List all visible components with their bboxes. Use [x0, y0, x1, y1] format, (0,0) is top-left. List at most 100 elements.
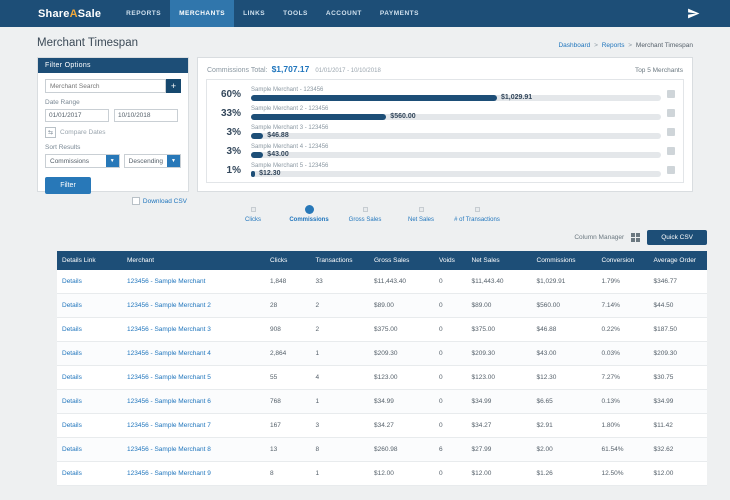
details-link[interactable]: Details — [62, 302, 82, 309]
column-manager-label[interactable]: Column Manager — [574, 234, 624, 241]
merchant-link[interactable]: 123456 - Sample Merchant 3 — [127, 326, 211, 333]
nav-item-payments[interactable]: PAYMENTS — [371, 0, 428, 27]
send-icon[interactable] — [687, 7, 700, 20]
date-from-input[interactable] — [45, 109, 109, 122]
bar-group: Sample Merchant 2 - 123456 $560.00 — [251, 106, 661, 120]
column-header-net-sales[interactable]: Net Sales — [466, 251, 532, 271]
merchant-link[interactable]: 123456 - Sample Merchant 4 — [127, 350, 211, 357]
breadcrumb-dashboard[interactable]: Dashboard — [558, 42, 590, 49]
details-link[interactable]: Details — [62, 398, 82, 405]
breadcrumb-current: Merchant Timespan — [635, 42, 693, 49]
column-header-conversion[interactable]: Conversion — [596, 251, 649, 271]
nav-item-reports[interactable]: REPORTS — [117, 0, 170, 27]
details-cell: Details — [57, 389, 122, 415]
conversion-cell: 0.03% — [596, 341, 649, 367]
column-header-merchant[interactable]: Merchant — [122, 251, 265, 271]
details-link[interactable]: Details — [62, 350, 82, 357]
bar-detail-icon[interactable] — [667, 147, 675, 155]
nav-item-account[interactable]: ACCOUNT — [317, 0, 371, 27]
avg-cell: $12.00 — [648, 461, 707, 487]
add-merchant-button[interactable]: + — [166, 79, 181, 93]
details-cell: Details — [57, 341, 122, 367]
details-link[interactable]: Details — [62, 470, 82, 477]
merchant-link[interactable]: 123456 - Sample Merchant 8 — [127, 446, 211, 453]
table-row: Details 123456 - Sample Merchant 8 13 8 $260… — [57, 437, 707, 463]
merchant-link[interactable]: 123456 - Sample Merchant — [127, 278, 205, 285]
bar-detail-icon[interactable] — [667, 166, 675, 174]
net-cell: $209.30 — [466, 341, 532, 367]
merchant-search-input[interactable] — [45, 79, 166, 93]
column-header-gross-sales[interactable]: Gross Sales — [369, 251, 434, 271]
brand-text-2: Sale — [77, 7, 102, 20]
download-csv-label[interactable]: Download CSV — [143, 198, 187, 205]
carousel-item-commissions[interactable]: Commissions — [281, 204, 337, 224]
brand-accent: A — [69, 7, 78, 20]
column-header-commissions[interactable]: Commissions — [531, 251, 597, 271]
merchant-link[interactable]: 123456 - Sample Merchant 2 — [127, 302, 211, 309]
details-link[interactable]: Details — [62, 326, 82, 333]
column-header-details-link[interactable]: Details Link — [57, 251, 122, 271]
gross-cell: $34.27 — [369, 413, 434, 439]
compare-dates-checkbox[interactable]: ⇆ — [45, 127, 56, 138]
column-header-transactions[interactable]: Transactions — [310, 251, 369, 271]
carousel-item-of-transactions[interactable]: # of Transactions — [449, 204, 505, 224]
bar-detail-icon[interactable] — [667, 109, 675, 117]
bar-merchant-label: Sample Merchant - 123456 — [251, 87, 324, 93]
carousel-item-gross-sales[interactable]: Gross Sales — [337, 204, 393, 224]
bar-value-label: $46.88 — [267, 132, 289, 139]
quick-csv-button[interactable]: Quick CSV — [647, 230, 707, 246]
brand-logo[interactable]: ShareASale — [38, 8, 101, 20]
clicks-cell: 2,864 — [265, 341, 311, 367]
merchant-cell: 123456 - Sample Merchant — [122, 270, 265, 295]
date-to-input[interactable] — [114, 109, 178, 122]
details-link[interactable]: Details — [62, 374, 82, 381]
nav-item-tools[interactable]: TOOLS — [274, 0, 317, 27]
commissions-cell: $46.88 — [531, 317, 597, 343]
merchant-link[interactable]: 123456 - Sample Merchant 9 — [127, 470, 211, 477]
carousel-dot-icon — [362, 206, 368, 212]
filter-options-panel: Filter Options + Date Range ⇆ Compare Da… — [37, 57, 189, 194]
nav-right — [687, 7, 700, 20]
gross-cell: $12.00 — [369, 461, 434, 487]
transactions-cell: 4 — [310, 365, 369, 391]
column-manager-icon[interactable] — [631, 233, 641, 243]
carousel-item-label: Clicks — [245, 217, 261, 223]
breadcrumb-reports[interactable]: Reports — [602, 42, 625, 49]
clicks-cell: 1,848 — [265, 270, 311, 295]
nav-item-merchants[interactable]: MERCHANTS — [170, 0, 235, 27]
bar-track: $1,029.91 — [251, 94, 661, 101]
carousel-item-clicks[interactable]: Clicks — [225, 204, 281, 224]
sort-field-select[interactable]: Commissions ▼ — [45, 154, 120, 168]
filter-button[interactable]: Filter — [45, 177, 91, 194]
column-header-clicks[interactable]: Clicks — [265, 251, 311, 271]
clicks-cell: 8 — [265, 461, 311, 487]
bar-merchant-label: Sample Merchant 5 - 123456 — [251, 163, 329, 169]
commissions-cell: $2.00 — [531, 437, 597, 463]
filter-column: Filter Options + Date Range ⇆ Compare Da… — [37, 57, 189, 210]
nav-item-links[interactable]: LINKS — [234, 0, 274, 27]
column-header-voids[interactable]: Voids — [434, 251, 467, 271]
details-link[interactable]: Details — [62, 446, 82, 453]
column-header-average-order[interactable]: Average Order — [648, 251, 707, 271]
sort-direction-select[interactable]: Descending ▼ — [123, 154, 181, 168]
bar-detail-icon[interactable] — [667, 90, 675, 98]
merchant-link[interactable]: 123456 - Sample Merchant 7 — [127, 422, 211, 429]
net-cell: $34.99 — [466, 389, 532, 415]
merchant-cell: 123456 - Sample Merchant 6 — [122, 389, 265, 415]
bar-row: 1% Sample Merchant 5 - 123456 $12.30 — [215, 163, 675, 177]
carousel-dot-wrap — [393, 204, 449, 214]
carousel-item-net-sales[interactable]: Net Sales — [393, 204, 449, 224]
details-cell: Details — [57, 270, 122, 295]
bar-row: 33% Sample Merchant 2 - 123456 $560.00 — [215, 106, 675, 120]
transactions-cell: 1 — [310, 461, 369, 487]
details-link[interactable]: Details — [62, 278, 82, 285]
carousel-dot-icon — [304, 204, 314, 214]
merchant-link[interactable]: 123456 - Sample Merchant 5 — [127, 374, 211, 381]
bar-detail-icon[interactable] — [667, 128, 675, 136]
details-link[interactable]: Details — [62, 422, 82, 429]
download-csv-checkbox[interactable] — [131, 197, 140, 205]
table-header-row: Details Link Merchant Clicks Transactions Gr… — [57, 251, 707, 271]
carousel-dot-wrap — [337, 204, 393, 214]
merchant-link[interactable]: 123456 - Sample Merchant 6 — [127, 398, 211, 405]
sort-direction-value: Descending — [128, 157, 163, 165]
